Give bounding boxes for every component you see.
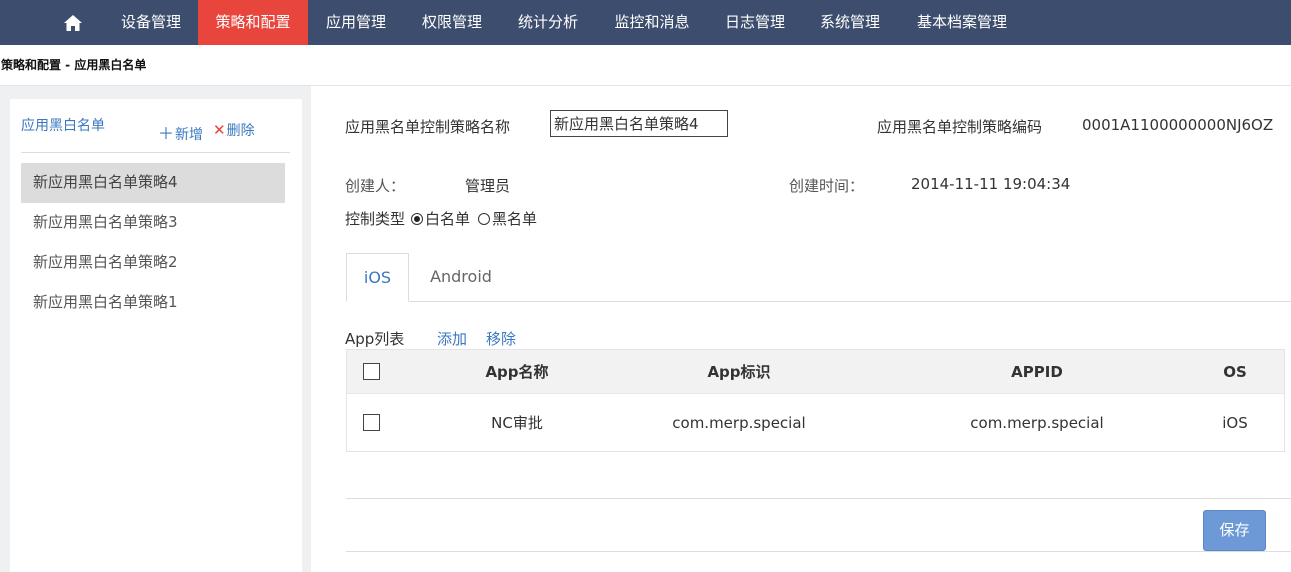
plus-icon: ＋ [158,124,175,143]
policy-code-value: 0001A1100000000NJ6OZ [1082,116,1274,134]
add-policy-button[interactable]: ＋新增 [158,120,203,144]
created-time-label: 创建时间： [789,177,865,195]
nav-item-basic-records[interactable]: 基本档案管理 [898,0,1026,45]
nav-item-log-management[interactable]: 日志管理 [708,0,802,45]
remove-app-link[interactable]: 移除 [486,328,516,349]
control-type-label: 控制类型 [345,210,406,228]
cell-app-identifier: com.merp.special [672,413,806,432]
delete-label: 删除 [226,123,255,139]
policy-list-item[interactable]: 新应用黑白名单策略2 [21,243,285,283]
column-header-os: OS [1223,362,1247,381]
add-app-link[interactable]: 添加 [437,328,467,349]
breadcrumb: 策略和配置 - 应用黑白名单 [0,45,1291,86]
policy-name-input[interactable] [550,110,728,137]
tab-ios[interactable]: iOS [346,253,409,302]
top-nav: 设备管理 策略和配置 应用管理 权限管理 统计分析 监控和消息 日志管理 系统管… [0,0,1291,45]
cell-appid: com.merp.special [970,413,1104,432]
nav-item-statistics[interactable]: 统计分析 [500,0,596,45]
whitelist-radio[interactable] [411,212,424,225]
cell-os: iOS [1222,413,1248,432]
policy-code-label: 应用黑名单控制策略编码 [877,118,1043,136]
row-checkbox[interactable] [362,414,380,431]
add-label: 新增 [175,127,204,143]
control-type-group: 控制类型 白名单 黑名单 [345,208,545,229]
column-header-app-name: App名称 [485,363,549,381]
main-content: 应用黑名单控制策略名称 应用黑名单控制策略编码 0001A1100000000N… [311,86,1291,572]
footer-divider-top [346,498,1291,499]
close-icon: ✕ [213,121,226,139]
app-list-label: App列表 [345,330,405,348]
policy-list-item[interactable]: 新应用黑白名单策略1 [21,283,285,323]
nav-item-app-management[interactable]: 应用管理 [308,0,404,45]
sidebar-divider [21,152,290,153]
blacklist-radio[interactable] [478,212,491,225]
app-table: App名称 App标识 APPID OS NC审批 com.merp.speci… [346,349,1285,452]
policy-list: 新应用黑白名单策略4 新应用黑白名单策略3 新应用黑白名单策略2 新应用黑白名单… [21,163,285,323]
row-checkbox-cell [347,394,395,451]
policy-list-item[interactable]: 新应用黑白名单策略3 [21,203,285,243]
nav-item-device-management[interactable]: 设备管理 [104,0,198,45]
home-icon[interactable] [56,0,90,45]
nav-item-permission-management[interactable]: 权限管理 [404,0,500,45]
creator-label: 创建人： [345,177,406,195]
policy-list-item[interactable]: 新应用黑白名单策略4 [21,163,285,203]
table-header: App名称 App标识 APPID OS [347,350,1284,394]
footer-divider-bottom [346,551,1291,552]
creator-value: 管理员 [465,177,511,195]
blacklist-radio-label[interactable]: 黑名单 [492,208,537,229]
sidebar: 应用黑白名单 ＋新增 ✕删除 新应用黑白名单策略4 新应用黑白名单策略3 新应用… [10,99,302,572]
nav-item-monitoring[interactable]: 监控和消息 [596,0,708,45]
policy-name-label: 应用黑名单控制策略名称 [345,118,511,136]
nav-item-policy-config[interactable]: 策略和配置 [198,0,308,45]
select-all-checkbox[interactable] [362,363,380,380]
created-time-value: 2014-11-11 19:04:34 [911,175,1071,193]
save-button[interactable]: 保存 [1203,510,1266,551]
column-header-appid: APPID [1011,362,1063,381]
cell-app-name: NC审批 [491,414,543,432]
header-checkbox-cell [347,350,395,393]
table-row[interactable]: NC审批 com.merp.special com.merp.special i… [347,394,1284,451]
sidebar-title[interactable]: 应用黑白名单 [21,115,105,135]
delete-policy-button[interactable]: ✕删除 [213,120,255,140]
column-header-app-identifier: App标识 [707,363,771,381]
nav-item-system-management[interactable]: 系统管理 [802,0,898,45]
whitelist-radio-label[interactable]: 白名单 [425,208,470,229]
tab-android[interactable]: Android [411,253,511,302]
